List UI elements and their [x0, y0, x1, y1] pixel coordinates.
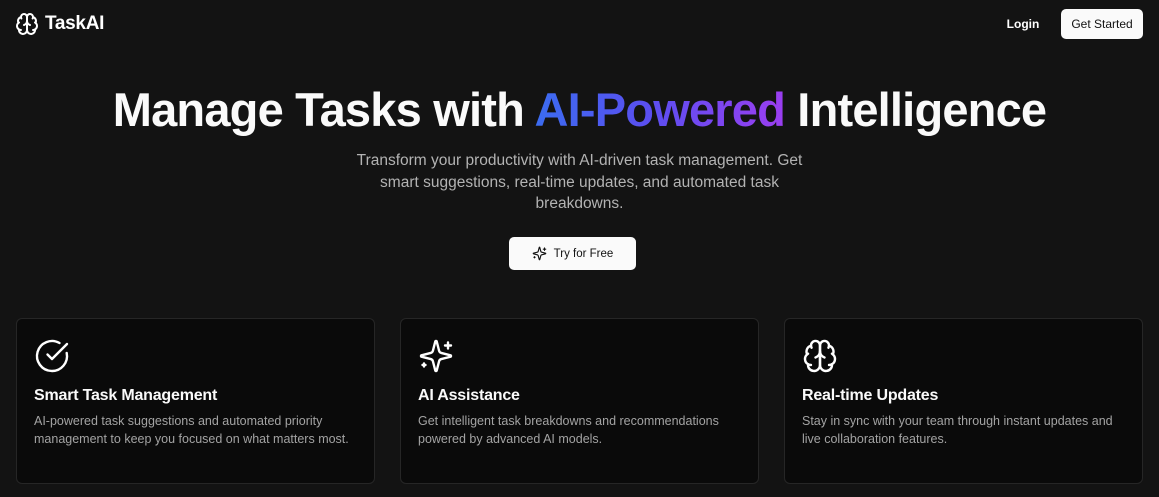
feature-card-real-time-updates: Real-time Updates Stay in sync with your…: [784, 318, 1143, 484]
feature-description: Stay in sync with your team through inst…: [802, 414, 1113, 446]
feature-title: Smart Task Management: [34, 387, 218, 404]
brand-name: TaskAI: [45, 13, 105, 34]
get-started-button[interactable]: Get Started: [1061, 9, 1143, 39]
sparkles-icon: [532, 246, 547, 261]
try-for-free-button[interactable]: Try for Free: [509, 237, 636, 270]
sparkles-icon: [418, 338, 454, 374]
feature-description: AI-powered task suggestions and automate…: [34, 414, 349, 446]
feature-card-ai-assistance: AI Assistance Get intelligent task break…: [400, 318, 759, 484]
brain-icon: [802, 338, 838, 374]
top-nav: TaskAI Login Get Started: [0, 0, 1159, 48]
hero-subtitle: Transform your productivity with AI-driv…: [356, 152, 803, 212]
try-for-free-label: Try for Free: [553, 247, 614, 260]
brand-logo[interactable]: TaskAI: [15, 12, 104, 36]
hero-title-pre: Manage Tasks with: [112, 83, 535, 136]
check-circle-icon: [34, 338, 70, 374]
feature-title: AI Assistance: [418, 387, 520, 404]
hero-title-highlight: AI-Powered: [534, 83, 786, 136]
hero-title-post: Intelligence: [785, 83, 1047, 136]
feature-card-smart-task-management: Smart Task Management AI-powered task su…: [16, 318, 375, 484]
hero-title: Manage Tasks with AI-Powered Intelligenc…: [0, 84, 1159, 136]
feature-description: Get intelligent task breakdowns and reco…: [418, 414, 719, 446]
login-link[interactable]: Login: [995, 14, 1051, 34]
brain-icon: [15, 12, 39, 36]
feature-title: Real-time Updates: [802, 387, 939, 404]
